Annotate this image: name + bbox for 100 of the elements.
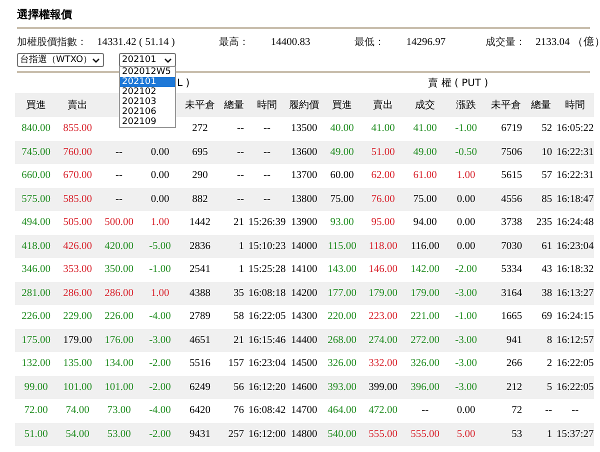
table-cell: 4388 (190, 288, 210, 299)
table-cell: -1.00 (455, 123, 478, 134)
table-cell: 290 (192, 170, 208, 182)
table-cell: 16:12:57 (556, 334, 594, 346)
table-cell: 146.00 (368, 264, 398, 276)
table-cell: 1.00 (150, 217, 170, 228)
table-cell: 5334 (501, 264, 522, 276)
table-cell: 2 (546, 358, 552, 370)
table-cell: 3164 (501, 288, 522, 299)
dropdown-option[interactable]: 202101 (120, 77, 175, 87)
quote-label: 最低： (354, 36, 384, 49)
section-header: 賣 權 ( PUT ) (428, 78, 488, 89)
table-cell: 16:22:05 (248, 311, 286, 322)
table-cell: 16:22:31 (556, 170, 594, 182)
dropdown-option[interactable]: 202103 (120, 97, 175, 107)
product-select[interactable]: 台指選（WTXO） (17, 53, 104, 67)
table-cell: -2.00 (149, 428, 171, 440)
table-cell: 695 (192, 146, 208, 158)
table-cell: 94.00 (413, 217, 437, 228)
caret-icon (92, 58, 100, 62)
month-select[interactable]: 202101 (119, 53, 176, 67)
table-cell: -4.00 (149, 405, 171, 416)
table-cell: -3.00 (455, 358, 478, 370)
table-cell: 16:18:47 (556, 194, 594, 205)
table-cell: -- (264, 194, 271, 205)
table-cell: 2541 (190, 264, 210, 276)
table-cell: 135.00 (63, 358, 92, 370)
table-cell: 85 (542, 194, 552, 205)
table-cell: -3.00 (455, 382, 478, 393)
table-cell: 143.00 (328, 264, 357, 276)
table-cell: 6719 (501, 123, 522, 134)
table-cell: 670.00 (63, 170, 92, 182)
table-cell: 5.00 (456, 428, 476, 440)
table-cell: 281.00 (22, 288, 50, 299)
table-cell: 115.00 (328, 240, 356, 252)
table-cell: 43 (542, 264, 552, 276)
table-cell: 134.00 (104, 358, 134, 370)
table-cell: 179.00 (368, 288, 398, 299)
table-cell: 3738 (501, 217, 522, 228)
table-cell: 69 (542, 311, 552, 322)
table-cell: 350.00 (104, 264, 134, 276)
table-cell: 74.00 (66, 405, 90, 416)
table-cell: -3.00 (455, 334, 478, 346)
table-cell: 426.00 (63, 240, 92, 252)
table-cell: 132.00 (22, 358, 50, 370)
caret-icon (164, 58, 172, 62)
table-cell: 51.00 (24, 428, 48, 440)
column-header: 時間 (565, 100, 586, 111)
table-cell: 6249 (190, 382, 210, 393)
section-header: L ) (177, 78, 190, 88)
table-cell: -0.50 (455, 146, 478, 158)
quote-value: 14331.42 ( 51.14 ) (97, 36, 175, 48)
table-cell: 75.00 (413, 194, 437, 205)
column-header: 漲跌 (456, 100, 476, 111)
table-cell: -2.00 (455, 264, 478, 276)
table-cell: -5.00 (149, 240, 171, 252)
table-cell: -1.00 (149, 264, 171, 276)
table-cell: 179.00 (63, 334, 92, 346)
table-cell: 14800 (290, 428, 318, 440)
table-cell: 221.00 (410, 311, 440, 322)
dropdown-option[interactable]: 202106 (120, 107, 175, 117)
table-cell: -2.00 (149, 358, 171, 370)
table-cell: 5615 (501, 170, 522, 182)
column-header: 未平倉 (185, 100, 215, 111)
column-header: 總量 (224, 100, 244, 111)
table-cell: 14700 (290, 405, 318, 416)
dropdown-option[interactable]: 202012W5 (120, 67, 175, 77)
column-header: 未平倉 (491, 100, 522, 111)
table-cell: 176.00 (104, 334, 134, 346)
table-cell: 16:23:04 (248, 358, 286, 370)
table-cell: 235 (536, 217, 552, 228)
table-cell: 555.00 (368, 428, 398, 440)
table-cell: 142.00 (410, 264, 440, 276)
table-cell: -- (237, 170, 244, 182)
table-cell: 76 (234, 405, 244, 416)
dropdown-option[interactable]: 202102 (120, 87, 175, 97)
table-cell: 1.00 (456, 170, 476, 182)
table-cell: 7030 (501, 240, 522, 252)
column-header: 總量 (531, 100, 552, 111)
table-cell: 21 (234, 334, 244, 346)
table-cell: 72.00 (24, 405, 48, 416)
table-cell: 16:22:31 (556, 146, 594, 158)
table-cell: 540.00 (328, 428, 357, 440)
table-cell: 1 (238, 240, 244, 252)
table-cell: 7506 (501, 146, 522, 158)
table-cell: 505.00 (63, 217, 92, 228)
table-cell: 16:18:32 (556, 264, 594, 276)
table-cell: 10 (542, 146, 552, 158)
table-cell: 5 (546, 382, 552, 393)
table-cell: 226.00 (22, 311, 50, 322)
table-cell: 40.00 (330, 123, 354, 134)
table-cell: 420.00 (104, 240, 134, 252)
dropdown-option[interactable]: 202109 (120, 117, 175, 127)
table-cell: -- (545, 405, 552, 416)
table-cell: 75.00 (330, 194, 354, 205)
table-cell: 4651 (190, 334, 210, 346)
table-cell: 760.00 (63, 146, 92, 158)
table-cell: 93.00 (330, 217, 354, 228)
table-cell: 472.00 (368, 405, 398, 416)
table-cell: 1 (238, 264, 244, 276)
